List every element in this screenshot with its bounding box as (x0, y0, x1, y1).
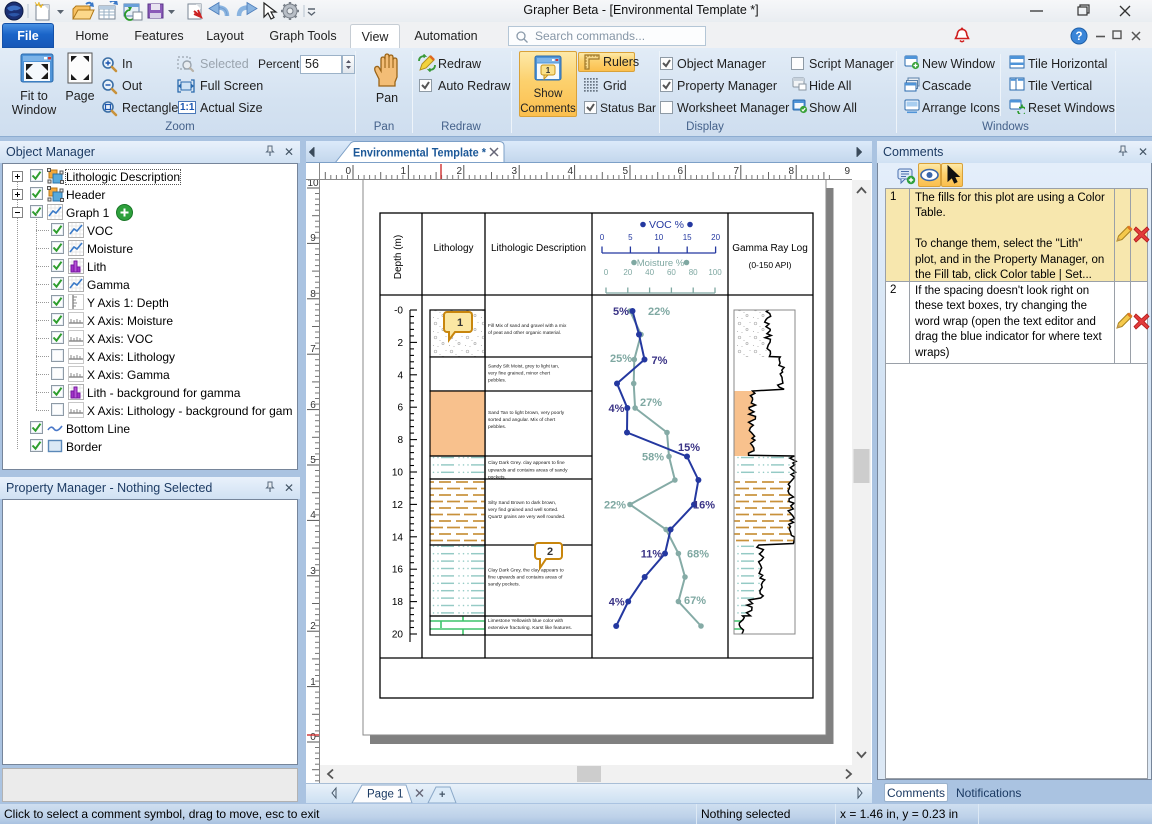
svg-text:Clay Dark Grey, the clay appe: Clay Dark Grey, the clay appears to (488, 567, 564, 573)
svg-text:Fill Mix of sand and gravel w: Fill Mix of sand and gravel with a mix (488, 323, 567, 329)
svg-text:upwards and contains areas of: upwards and contains areas of sandy (488, 467, 568, 473)
svg-text:58%: 58% (642, 452, 664, 464)
svg-text:3: 3 (310, 566, 316, 577)
svg-text:15: 15 (683, 233, 692, 242)
svg-text:Limestone Yellowish blue color: Limestone Yellowish blue color with (488, 618, 564, 624)
svg-text:67%: 67% (684, 595, 706, 607)
svg-text:16: 16 (392, 565, 404, 576)
svg-text:Moisture %: Moisture % (637, 258, 685, 269)
svg-text:VOC %: VOC % (649, 219, 684, 231)
svg-text:12: 12 (392, 500, 404, 511)
svg-text:11%: 11% (641, 549, 663, 561)
svg-text:Sandy Silt Moist, grey to ligh: Sandy Silt Moist, grey to light tan, (488, 363, 559, 369)
svg-text:Quartz grains are very well ro: Quartz grains are very well rounded. (488, 514, 565, 520)
svg-text:6: 6 (397, 403, 403, 414)
svg-text:9: 9 (844, 166, 850, 177)
svg-text:sorted and angular. Mix of ch: sorted and angular. Mix of chert (488, 417, 556, 423)
svg-text:Depth (m): Depth (m) (393, 235, 404, 279)
svg-text:18: 18 (392, 597, 404, 608)
svg-text:Silty Sand Brown to dark brown: Silty Sand Brown to dark brown, (488, 500, 556, 506)
svg-text:7: 7 (310, 344, 316, 355)
svg-text:Clay Dark Grey. clay appears: Clay Dark Grey. clay appears to fine (488, 460, 565, 466)
svg-text:4: 4 (310, 510, 316, 521)
svg-text:fine upwards and contains area: fine upwards and contains areas of (488, 575, 563, 581)
svg-text:6: 6 (310, 400, 316, 411)
svg-text:20: 20 (392, 630, 404, 641)
svg-text:14: 14 (392, 532, 404, 543)
svg-text:of peat and other organic mate: of peat and other organic material. (488, 330, 561, 336)
svg-text:7%: 7% (652, 355, 668, 367)
svg-text:?: ? (1075, 31, 1082, 43)
svg-text:60: 60 (667, 268, 676, 277)
svg-text:40: 40 (645, 268, 654, 277)
svg-text:Lithology: Lithology (433, 243, 473, 254)
svg-text:25%: 25% (610, 353, 632, 365)
svg-text:6: 6 (677, 166, 683, 177)
svg-text:Page 1: Page 1 (367, 789, 403, 801)
svg-text:10: 10 (392, 468, 404, 479)
svg-text:5: 5 (628, 233, 633, 242)
svg-text:Lithologic Description: Lithologic Description (491, 243, 586, 254)
svg-text:0: 0 (310, 732, 316, 743)
svg-text:Environmental Template *: Environmental Template * (353, 148, 486, 160)
svg-text:27%: 27% (640, 397, 662, 409)
svg-text:(0-150 API): (0-150 API) (749, 260, 792, 270)
svg-text:4: 4 (397, 370, 403, 381)
svg-text:8: 8 (310, 289, 316, 300)
svg-text:22%: 22% (648, 306, 670, 318)
svg-text:2: 2 (547, 546, 553, 558)
svg-text:4: 4 (567, 166, 573, 177)
svg-text:20: 20 (711, 233, 720, 242)
svg-text:0: 0 (604, 268, 609, 277)
svg-text:5: 5 (310, 455, 316, 466)
svg-text:8: 8 (788, 166, 794, 177)
svg-text:5: 5 (622, 166, 628, 177)
svg-text:16%: 16% (693, 500, 715, 512)
svg-text:1: 1 (400, 166, 406, 177)
svg-text:7: 7 (733, 166, 739, 177)
svg-text:20: 20 (623, 268, 632, 277)
svg-text:80: 80 (689, 268, 698, 277)
svg-text:pebbles.: pebbles. (488, 378, 506, 384)
svg-text:9: 9 (310, 233, 316, 244)
svg-text:4%: 4% (609, 403, 625, 415)
svg-text:2: 2 (397, 338, 403, 349)
svg-text:sandy pockets.: sandy pockets. (488, 582, 520, 588)
svg-text:1: 1 (310, 677, 316, 688)
svg-text:pockets.: pockets. (488, 474, 506, 480)
svg-text:2: 2 (310, 621, 316, 632)
svg-text:2: 2 (456, 166, 462, 177)
svg-text:100: 100 (708, 268, 722, 277)
svg-text:0: 0 (345, 166, 351, 177)
svg-text:68%: 68% (687, 549, 709, 561)
svg-text:10: 10 (654, 233, 663, 242)
svg-text:+: + (439, 789, 445, 801)
svg-text:Sand Tan to light brown, very: Sand Tan to light brown, very poorly (488, 410, 565, 416)
svg-text:very find grained and well sor: very find grained and well sorted. (488, 507, 558, 513)
svg-text:Gamma Ray Log: Gamma Ray Log (732, 243, 808, 254)
svg-text:very fine grained, minor chert: very fine grained, minor chert (488, 371, 551, 377)
svg-text:pebbles.: pebbles. (488, 424, 506, 430)
svg-text:15%: 15% (678, 442, 700, 454)
svg-text:8: 8 (397, 435, 403, 446)
svg-text:5%: 5% (613, 306, 629, 318)
svg-text:1: 1 (546, 66, 551, 75)
svg-text:3: 3 (511, 166, 517, 177)
svg-text:-0: -0 (394, 306, 403, 317)
svg-text:22%: 22% (604, 500, 626, 512)
svg-text:4%: 4% (609, 597, 625, 609)
svg-text:10: 10 (307, 180, 319, 189)
svg-text:extensive fracturing. Karst l: extensive fracturing. Karst like feature… (488, 625, 572, 631)
svg-text:0: 0 (600, 233, 605, 242)
svg-text:1: 1 (457, 317, 463, 329)
